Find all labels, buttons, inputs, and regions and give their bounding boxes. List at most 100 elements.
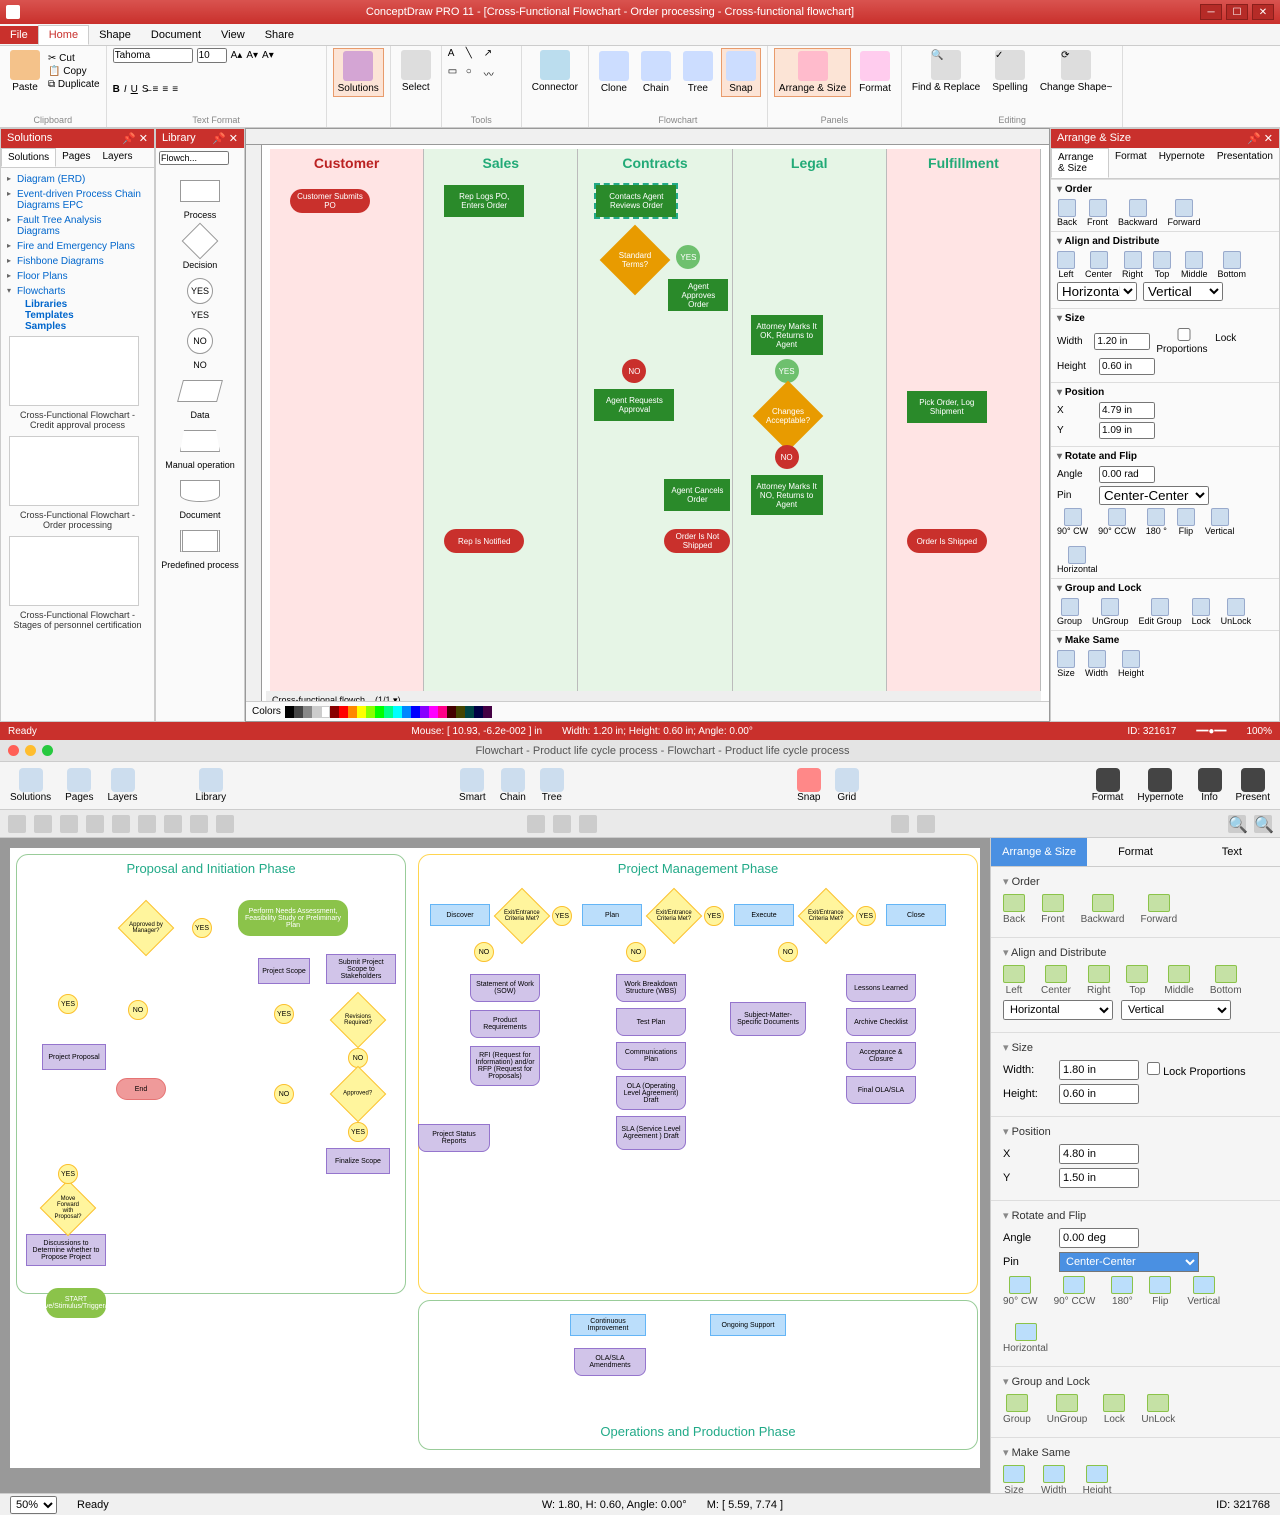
sec2-size[interactable]: Size [1003, 1041, 1268, 1054]
align-bottom[interactable]: Bottom [1218, 251, 1247, 279]
sol-item-epc[interactable]: Event-driven Process Chain Diagrams EPC [5, 187, 150, 213]
lock2-prop[interactable] [1147, 1062, 1160, 1075]
font-color-icon[interactable]: A▾ [262, 50, 274, 61]
ib-rotate-icon[interactable] [579, 815, 597, 833]
shape-predefined[interactable] [178, 526, 223, 556]
ib-undo-icon[interactable] [527, 815, 545, 833]
ellipse-tool-icon[interactable]: ○ [466, 66, 480, 80]
w2-input[interactable] [1059, 1060, 1139, 1080]
ib-brush-icon[interactable] [164, 815, 182, 833]
n-archive[interactable]: Archive Checklist [846, 1008, 916, 1036]
font-shrink-icon[interactable]: A▾ [246, 50, 258, 61]
rotate-90ccw[interactable]: 90° CCW [1098, 508, 1136, 536]
sol-item-fire[interactable]: Fire and Emergency Plans [5, 239, 150, 254]
n-status-reports[interactable]: Project Status Reports [418, 1124, 490, 1152]
tb-smart[interactable]: Smart [459, 768, 486, 803]
angle2-input[interactable] [1059, 1228, 1139, 1248]
pages-tab[interactable]: Pages [56, 148, 96, 167]
r2-flip[interactable]: Flip [1149, 1276, 1171, 1307]
n-plan[interactable]: Plan [582, 904, 642, 926]
n-sla[interactable]: SLA (Service Level Agreement ) Draft [616, 1116, 686, 1150]
phase-ops[interactable]: Operations and Production Phase [418, 1300, 978, 1450]
node-shipped[interactable]: Order Is Shipped [907, 529, 987, 553]
tb-chain[interactable]: Chain [500, 768, 526, 803]
g2-unlock[interactable]: UnLock [1141, 1394, 1175, 1425]
sec-same[interactable]: Make Same [1057, 635, 1273, 646]
angle-input[interactable] [1099, 466, 1155, 483]
sec-align[interactable]: Align and Distribute [1057, 236, 1273, 247]
ib-text-icon[interactable] [34, 815, 52, 833]
mac-minimize-button[interactable] [25, 745, 36, 756]
width-input[interactable] [1094, 333, 1150, 350]
align-center[interactable]: Center [1085, 251, 1112, 279]
chain-button[interactable]: Chain [637, 49, 675, 96]
duplicate-button[interactable]: ⧉ Duplicate [48, 79, 100, 90]
a2-middle[interactable]: Middle [1164, 965, 1193, 996]
strike-button[interactable]: S̶ [142, 84, 149, 95]
distribute-horiz[interactable]: Horizontal [1057, 282, 1137, 301]
n-yes2[interactable]: YES [58, 994, 78, 1014]
curve-tool-icon[interactable]: 〰 [484, 66, 498, 80]
order-front[interactable]: Front [1087, 199, 1108, 227]
zoom-slider[interactable]: ━━●━━ [1196, 726, 1226, 737]
layers-tab[interactable]: Layers [97, 148, 139, 167]
align-left-icon[interactable]: ≡ [153, 84, 159, 95]
a2-center[interactable]: Center [1041, 965, 1071, 996]
align-right[interactable]: Right [1122, 251, 1143, 279]
g2-group[interactable]: Group [1003, 1394, 1031, 1425]
edit-group-btn[interactable]: Edit Group [1139, 598, 1182, 626]
ib-line-icon[interactable] [86, 815, 104, 833]
r2-90ccw[interactable]: 90° CCW [1054, 1276, 1096, 1307]
shape-process[interactable] [178, 176, 223, 206]
tb-format[interactable]: Format [1092, 768, 1124, 803]
arrange-tab[interactable]: Arrange & Size [1051, 148, 1109, 178]
ib-connector-icon[interactable] [216, 815, 234, 833]
paste-button[interactable]: Paste [6, 48, 44, 95]
mac-canvas[interactable]: Proposal and Initiation Phase START Moti… [10, 848, 980, 1468]
r2-180[interactable]: 180° [1111, 1276, 1133, 1307]
rect-tool-icon[interactable]: ▭ [448, 66, 462, 80]
text-tool-icon[interactable]: A [448, 48, 462, 62]
pin2-select[interactable]: Center-Center [1059, 1252, 1199, 1272]
order-forward[interactable]: Forward [1168, 199, 1201, 227]
color-swatches[interactable] [285, 706, 492, 718]
flowchart-diagram[interactable]: Customer Customer Submits PO Sales Rep L… [270, 149, 1041, 691]
sec-group[interactable]: Group and Lock [1057, 583, 1273, 594]
n-prodreq[interactable]: Product Requirements [470, 1010, 540, 1038]
n-yes4[interactable]: YES [274, 1004, 294, 1024]
thumb-order[interactable] [9, 436, 139, 506]
flip-vertical[interactable]: Vertical [1205, 508, 1235, 536]
node-changes-acceptable[interactable]: Changes Acceptable? [752, 381, 823, 452]
canvas[interactable]: Customer Customer Submits PO Sales Rep L… [245, 128, 1050, 722]
ib-zoom-out-icon[interactable]: 🔍 [1228, 815, 1246, 833]
n-no1[interactable]: NO [128, 1000, 148, 1020]
n-y-e2[interactable]: YES [704, 906, 724, 926]
n-yes1[interactable]: YES [58, 1164, 78, 1184]
shape-document[interactable] [178, 476, 223, 506]
node-attorney-ok[interactable]: Attorney Marks It OK, Returns to Agent [751, 315, 823, 355]
flip-horizontal[interactable]: Horizontal [1057, 546, 1098, 574]
n-accept[interactable]: Acceptance & Closure [846, 1042, 916, 1070]
presentation-tab[interactable]: Presentation [1211, 148, 1279, 178]
order-backward[interactable]: Backward [1118, 199, 1158, 227]
o2-forward[interactable]: Forward [1140, 894, 1177, 925]
ungroup-btn[interactable]: UnGroup [1092, 598, 1129, 626]
r2-90cw[interactable]: 90° CW [1003, 1276, 1038, 1307]
ib-rect-icon[interactable] [60, 815, 78, 833]
tb-library[interactable]: Library [196, 768, 227, 803]
height-input[interactable] [1099, 358, 1155, 375]
node-yes-2[interactable]: YES [775, 359, 799, 383]
s2-width[interactable]: Width [1041, 1465, 1067, 1493]
zoom-select[interactable]: 50% [10, 1496, 57, 1514]
node-agent-cancels[interactable]: Agent Cancels Order [664, 479, 730, 511]
n-start[interactable]: START Motive/Stimulus/Trigger/Idea [46, 1288, 106, 1318]
menu-view[interactable]: View [211, 26, 255, 44]
panel-pin-icon[interactable]: 📌 ✕ [122, 132, 148, 145]
sec2-align[interactable]: Align and Distribute [1003, 946, 1268, 959]
solutions-button[interactable]: Solutions [333, 48, 384, 97]
sec-position[interactable]: Position [1057, 387, 1273, 398]
n-yes-appr[interactable]: YES [348, 1122, 368, 1142]
s2-height[interactable]: Height [1083, 1465, 1112, 1493]
format-tab[interactable]: Format [1109, 148, 1153, 178]
n-needs[interactable]: Perform Needs Assessment, Feasibility St… [238, 900, 348, 936]
